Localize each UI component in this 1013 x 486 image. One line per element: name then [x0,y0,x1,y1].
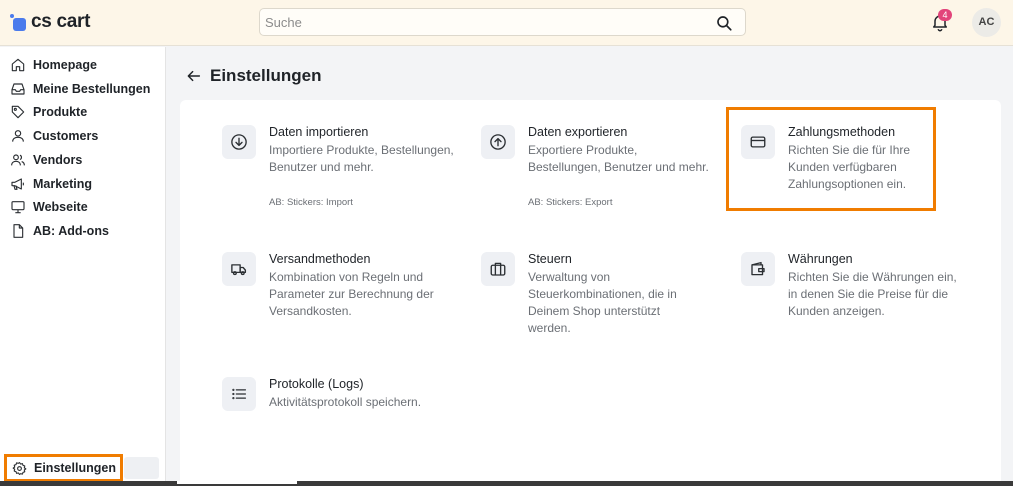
card-title: Daten exportieren [528,125,628,139]
card-versandmethoden[interactable]: Versandmethoden Kombination von Regeln u… [222,252,457,332]
sidebar: Homepage Meine Bestellungen Produkte Cus… [0,47,166,486]
card-steuern[interactable]: Steuern Verwaltung von Steuerkombination… [481,252,716,342]
user-icon [12,130,24,142]
sidebar-item-label: Marketing [33,177,93,191]
users-icon [11,154,25,166]
tag-icon [11,105,25,119]
card-daten-exportieren[interactable]: Daten exportieren Exportiere Produkte, B… [481,125,716,215]
search-icon[interactable] [715,14,733,32]
sidebar-item-label: Webseite [33,200,88,214]
card-description: Richten Sie die Währungen ein, in denen … [788,270,957,318]
gear-icon [12,461,27,475]
card-daten-importieren[interactable]: Daten importieren Importiere Produkte, B… [222,125,457,215]
notifications-badge: 4 [938,9,952,21]
card-description: Importiere Produkte, Bestellungen, Benut… [269,143,454,174]
sidebar-item-label: AB: Add-ons [33,224,109,238]
sidebar-item-produkte[interactable]: Produkte [10,102,87,122]
inbox-icon [11,83,25,95]
card-addon-note: AB: Stickers: Import [269,197,353,208]
card-description: Exportiere Produkte, Bestellungen, Benut… [528,143,709,174]
search-box[interactable] [259,8,746,36]
sidebar-item-label: Einstellungen [34,461,116,475]
zahlungsmethoden-highlight-box [726,107,936,211]
card-title: Währungen [788,252,853,266]
user-avatar[interactable]: AC [972,8,1001,37]
top-header: cs cart 4 AC [0,0,1013,46]
page-title: Einstellungen [210,66,322,85]
logo-text: cs cart [31,11,91,32]
sidebar-item-label: Homepage [33,58,97,72]
sidebar-item-label: Customers [33,129,99,143]
card-title: Protokolle (Logs) [269,377,364,391]
page-header: Einstellungen [186,64,321,88]
truck-icon [222,252,256,286]
list-icon [222,377,256,411]
card-description: Kombination von Regeln und Parameter zur… [269,270,434,318]
cs-cart-logo[interactable]: cs cart [10,11,90,33]
sidebar-item-vendors[interactable]: Vendors [10,150,82,170]
sidebar-item-meine-bestellungen[interactable]: Meine Bestellungen [10,79,150,99]
card-title: Daten importieren [269,125,369,139]
sidebar-item-ab-add-ons[interactable]: AB: Add-ons [10,221,109,241]
card-addon-note: AB: Stickers: Export [528,197,613,208]
sidebar-item-customers[interactable]: Customers [10,126,98,146]
home-icon [11,58,25,72]
sidebar-item-webseite[interactable]: Webseite [10,197,88,217]
wallet-icon [741,252,775,286]
sidebar-item-homepage[interactable]: Homepage [10,55,97,75]
file-icon [13,224,24,238]
back-arrow-icon[interactable] [186,68,202,84]
monitor-icon [11,201,25,214]
bottom-bar [0,481,1013,486]
megaphone-icon [11,178,24,190]
briefcase-icon [481,252,515,286]
sidebar-item-label: Meine Bestellungen [33,82,151,96]
download-circle-icon [222,125,256,159]
card-description: Aktivitätsprotokoll speichern. [269,395,422,409]
card-waehrungen[interactable]: Währungen Richten Sie die Währungen ein,… [741,252,981,332]
sidebar-collapse-button[interactable] [124,457,159,479]
card-title: Versandmethoden [269,252,371,266]
sidebar-item-label: Produkte [33,105,88,119]
sidebar-item-label: Vendors [33,153,83,167]
sidebar-item-einstellungen[interactable]: Einstellungen [4,454,123,482]
card-protokolle[interactable]: Protokolle (Logs) Aktivitätsprotokoll sp… [222,377,457,427]
sidebar-item-marketing[interactable]: Marketing [10,174,92,194]
search-input[interactable] [265,12,695,32]
card-title: Steuern [528,252,572,266]
upload-circle-icon [481,125,515,159]
logo-icon [10,14,26,31]
card-description: Verwaltung von Steuerkombinationen, die … [528,270,677,335]
